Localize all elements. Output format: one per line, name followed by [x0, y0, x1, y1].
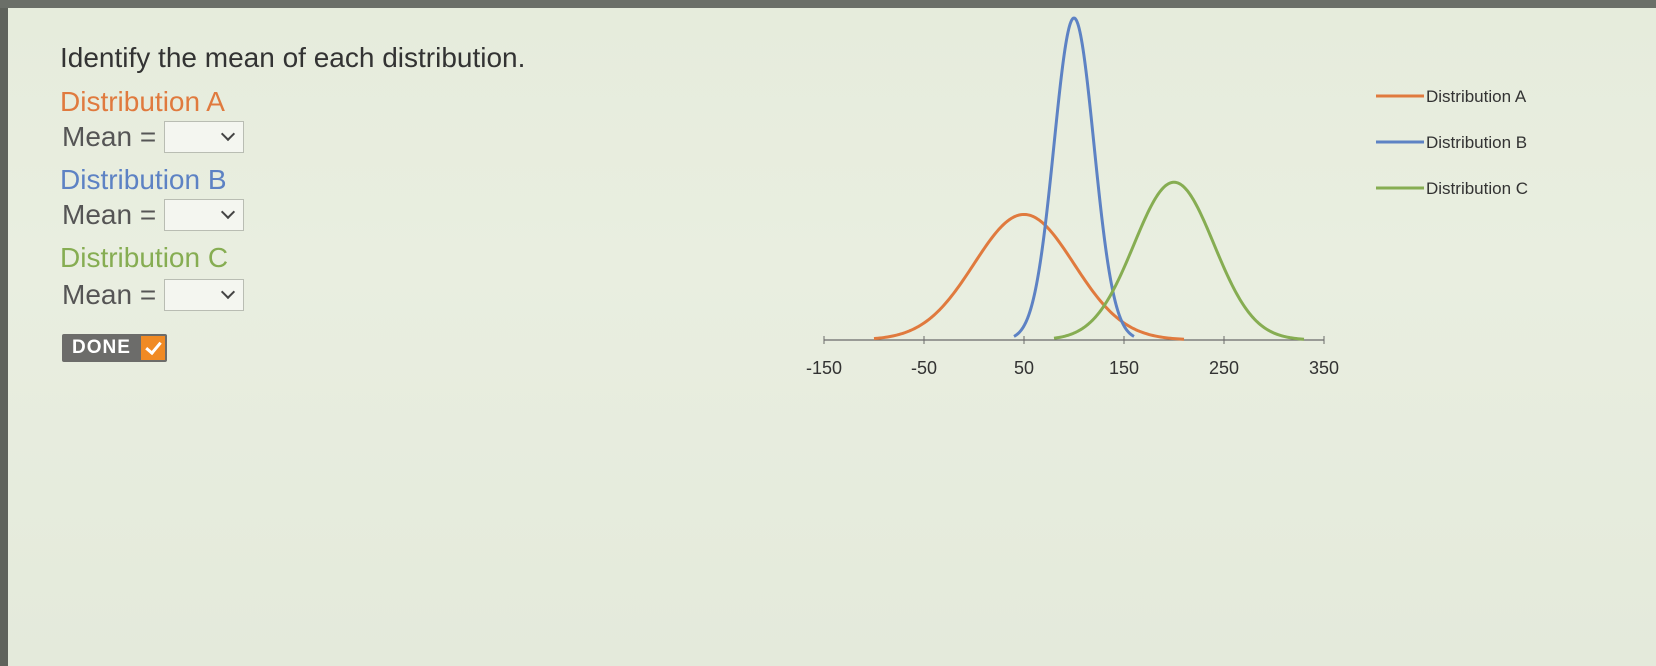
distribution-chart: -150 -50 50 150 250 350 Distribution A Distribu…: [806, 16, 1528, 378]
x-tick-label: -50: [911, 358, 937, 378]
chevron-down-icon: [221, 284, 236, 300]
distribution-b-title: Distribution B: [60, 164, 227, 195]
distribution-a-mean-select[interactable]: [164, 121, 245, 153]
chevron-down-icon: [221, 204, 236, 220]
x-tick-label: 250: [1209, 358, 1239, 378]
distribution-b-mean-row: Mean =: [62, 199, 245, 231]
legend-label: Distribution C: [1426, 179, 1528, 198]
series-line-b: [1013, 16, 1135, 338]
distribution-a-mean-row: Mean =: [62, 121, 245, 153]
legend-label: Distribution B: [1426, 133, 1527, 152]
mean-label: Mean =: [62, 121, 157, 152]
x-tick-label: -150: [806, 358, 842, 378]
distribution-c-mean-row: Mean =: [62, 279, 245, 311]
chevron-down-icon: [221, 126, 236, 142]
checkmark-icon: [140, 336, 165, 360]
x-tick-label: 350: [1309, 358, 1339, 378]
mean-label: Mean =: [62, 279, 157, 310]
distribution-a-title: Distribution A: [60, 86, 225, 117]
done-button[interactable]: DONE: [62, 334, 167, 362]
x-tick-label: 150: [1109, 358, 1139, 378]
mean-label: Mean =: [62, 199, 157, 230]
left-border: [0, 8, 8, 666]
legend-label: Distribution A: [1426, 87, 1527, 106]
distribution-c-mean-select[interactable]: [164, 279, 245, 311]
question-text: Identify the mean of each distribution.: [60, 42, 526, 73]
done-label: DONE: [72, 337, 131, 358]
series-line-c: [1053, 180, 1305, 341]
x-tick-label: 50: [1014, 358, 1034, 378]
distribution-b-mean-select[interactable]: [164, 199, 245, 231]
distribution-c-title: Distribution C: [60, 242, 229, 273]
